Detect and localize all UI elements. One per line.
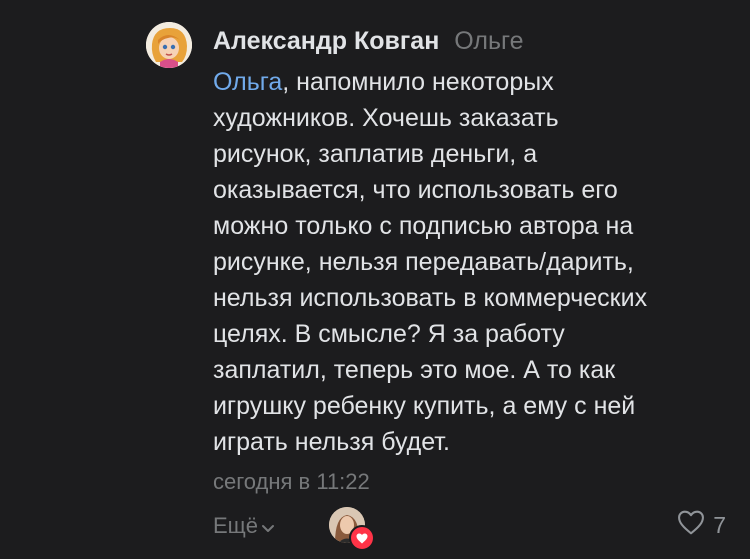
comment-line: оказывается, что использовать его [213, 176, 618, 204]
comment-line: рисунок, заплатив деньги, а [213, 140, 538, 168]
liker-avatar[interactable] [329, 507, 375, 551]
comment-line: можно только с подписью автора на [213, 212, 634, 240]
comment-line: играть нельзя будет. [213, 428, 450, 456]
likes-count: 7 [713, 512, 726, 538]
comment-line: игрушку ребенку купить, а ему с ней [213, 392, 636, 420]
heart-outline-icon [677, 510, 705, 541]
comment-line: целях. В смысле? Я за работу [213, 320, 565, 348]
comment-line: нельзя использовать в коммерческих [213, 284, 648, 312]
comment-line-text: , напомнило некоторых [282, 68, 554, 96]
comment-line: Ольга, напомнило некоторых [213, 64, 733, 100]
more-label: Ещё [213, 513, 259, 538]
comment-text: Ольга, напомнило некоторых художников. Х… [213, 64, 733, 460]
author-avatar[interactable] [146, 22, 192, 68]
comment-line: художников. Хочешь заказать [213, 104, 559, 132]
author-name[interactable]: Александр Ковган [213, 27, 439, 55]
chevron-down-icon [261, 511, 275, 541]
reply-to-name[interactable]: Ольге [454, 27, 523, 55]
comment-header: Александр Ковган Ольге [213, 26, 524, 56]
more-button[interactable]: Ещё [213, 511, 275, 541]
like-button[interactable]: 7 [677, 510, 726, 541]
mention-link[interactable]: Ольга [213, 68, 282, 96]
comment-line: заплатил, теперь это мое. А то как [213, 356, 616, 384]
comment-line: рисунке, нельзя передавать/дарить, [213, 248, 634, 276]
comment-timestamp: сегодня в 11:22 [213, 469, 370, 494]
heart-filled-icon [349, 525, 375, 551]
